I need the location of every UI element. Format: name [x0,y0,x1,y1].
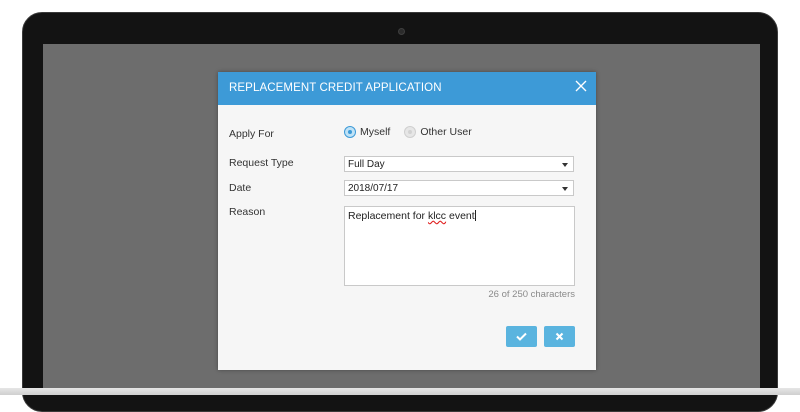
close-icon[interactable] [573,78,589,94]
reason-misspelled-word: klcc [427,210,447,222]
reason-label: Reason [229,206,266,218]
date-value: 2018/07/17 [348,183,399,194]
reason-text: Replacement for klcc event [348,210,476,222]
date-label: Date [229,182,252,194]
x-icon [555,332,564,341]
cancel-button[interactable] [544,326,575,347]
confirm-button[interactable] [506,326,537,347]
camera [398,28,405,35]
other-user-radio[interactable] [404,126,417,138]
reason-text-after: event [446,210,475,222]
other-user-radio-label[interactable]: Other User [420,126,471,138]
text-cursor [474,210,476,221]
dialog-header: REPLACEMENT CREDIT APPLICATION [218,72,596,105]
myself-radio-label[interactable]: Myself [360,126,390,138]
chevron-down-icon [562,187,568,191]
reason-text-before: Replacement for [348,210,428,222]
laptop-base-edge [0,388,800,395]
request-type-select[interactable]: Full Day [344,156,574,172]
myself-radio[interactable] [344,126,356,138]
request-type-value: Full Day [348,159,385,170]
check-icon [516,332,527,341]
reason-textarea[interactable]: Replacement for klcc event [344,206,575,286]
date-select[interactable]: 2018/07/17 [344,180,574,196]
chevron-down-icon [562,163,568,167]
char-count: 26 of 250 characters [488,289,575,300]
request-type-label: Request Type [229,157,294,169]
apply-for-radio-group: Myself Other User [344,126,472,138]
dialog-title: REPLACEMENT CREDIT APPLICATION [229,82,442,94]
apply-for-label: Apply For [229,128,274,140]
replacement-credit-dialog: REPLACEMENT CREDIT APPLICATION Apply For… [218,72,596,370]
